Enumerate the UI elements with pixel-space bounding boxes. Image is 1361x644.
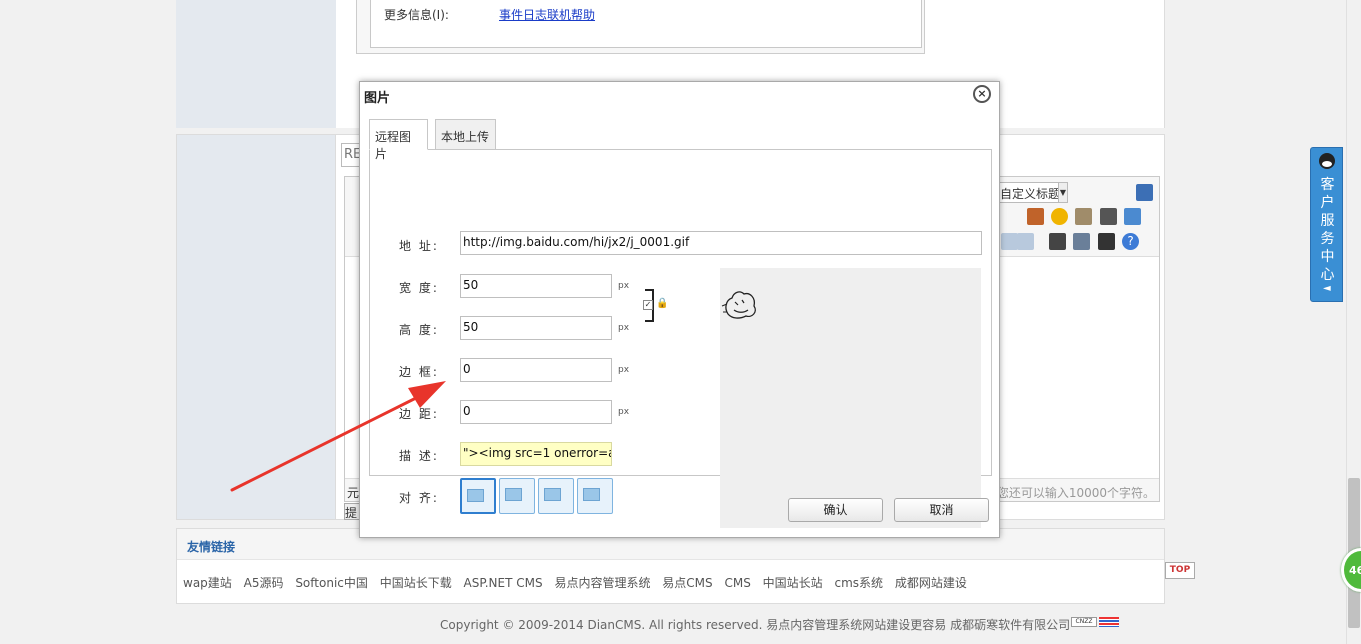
align-none-icon — [467, 489, 484, 502]
cancel-button[interactable]: 取消 — [894, 498, 989, 522]
remote-image-panel: 地 址: http://img.baidu.com/hi/jx2/j_0001.… — [369, 149, 992, 528]
music-icon[interactable] — [1124, 208, 1141, 225]
friend-link[interactable]: wap建站 — [183, 576, 232, 590]
scrawl-icon[interactable] — [1075, 208, 1092, 225]
align-label: 对 齐: — [399, 491, 439, 505]
tab-remote-image[interactable]: 远程图片 — [369, 119, 428, 161]
width-label: 宽 度: — [399, 281, 439, 295]
margin-unit: px — [618, 407, 630, 417]
description-input[interactable]: "><img src=1 onerror=aler — [460, 442, 612, 466]
align-left-option[interactable] — [499, 478, 535, 514]
submit-button[interactable]: 提 — [344, 503, 360, 520]
preview-image — [721, 291, 756, 319]
table-grid-icon[interactable] — [1017, 233, 1034, 250]
cnzz-badge[interactable]: CNZZ — [1071, 617, 1097, 627]
align-none-option[interactable] — [460, 478, 496, 514]
customer-service-label: 客户服务中心 — [1320, 177, 1335, 283]
search-replace-icon[interactable] — [1098, 233, 1115, 250]
width-input[interactable]: 50 — [460, 274, 612, 298]
help-icon[interactable]: ? — [1122, 233, 1139, 250]
event-info-inner — [370, 0, 922, 48]
friend-link[interactable]: 中国站长站 — [763, 576, 823, 590]
margin-input[interactable]: 0 — [460, 400, 612, 424]
lock-icon: 🔒 — [656, 298, 669, 309]
lock-ratio-checkbox[interactable]: ✓ — [643, 300, 653, 310]
left-column-top — [176, 0, 336, 128]
friend-links-panel: 友情链接 wap建站 A5源码 Softonic中国 中国站长下载 ASP.NE… — [176, 528, 1165, 604]
friend-link[interactable]: A5源码 — [244, 576, 284, 590]
border-input[interactable]: 0 — [460, 358, 612, 382]
image-dialog: 图片 × 远程图片 本地上传 地 址: http://img.baidu.com… — [359, 81, 1000, 538]
video-icon[interactable] — [1100, 208, 1117, 225]
event-log-help-link[interactable]: 事件日志联机帮助 — [499, 6, 595, 23]
friend-links-title: 友情链接 — [187, 540, 236, 554]
heading-style-select[interactable]: 自定义标题 ▼ — [998, 182, 1068, 203]
close-icon[interactable]: × — [973, 85, 991, 103]
url-label: 地 址: — [399, 239, 439, 253]
friend-link[interactable]: ASP.NET CMS — [464, 576, 543, 590]
friend-link[interactable]: 中国站长下载 — [380, 576, 452, 590]
margin-label: 边 距: — [399, 407, 439, 421]
element-path: 元 — [347, 486, 360, 500]
friend-link[interactable]: Softonic中国 — [295, 576, 368, 590]
url-input[interactable]: http://img.baidu.com/hi/jx2/j_0001.gif — [460, 231, 982, 255]
align-right-icon — [544, 488, 561, 501]
caret-left-icon: ◄ — [1323, 283, 1331, 294]
confirm-button[interactable]: 确认 — [788, 498, 883, 522]
back-to-top-button[interactable]: TOP — [1165, 562, 1195, 579]
border-unit: px — [618, 365, 630, 375]
align-left-icon — [505, 488, 522, 501]
height-input[interactable]: 50 — [460, 316, 612, 340]
friend-link[interactable]: CMS — [724, 576, 750, 590]
more-info-label: 更多信息(I): — [384, 8, 449, 22]
heading-style-value: 自定义标题 — [1000, 187, 1061, 201]
friend-links-list: wap建站 A5源码 Softonic中国 中国站长下载 ASP.NET CMS… — [183, 574, 975, 591]
friend-link[interactable]: 成都网站建设 — [895, 576, 967, 590]
char-count: 您还可以输入10000个字符。 — [996, 486, 1155, 500]
customer-service-tab[interactable]: 客户服务中心 ◄ — [1310, 147, 1343, 302]
align-center-option[interactable] — [577, 478, 613, 514]
image-preview — [720, 268, 981, 528]
dialog-title: 图片 — [364, 91, 391, 106]
left-column-bottom — [176, 134, 336, 520]
friend-link[interactable]: cms系统 — [835, 576, 884, 590]
chevron-down-icon: ▼ — [1058, 183, 1067, 202]
image-icon[interactable] — [1027, 208, 1044, 225]
cnzz-stats-icon[interactable] — [1099, 617, 1119, 627]
align-center-icon — [583, 488, 600, 501]
description-label: 描 述: — [399, 449, 439, 463]
friend-link[interactable]: 易点内容管理系统 — [554, 576, 650, 590]
height-unit: px — [618, 323, 630, 333]
print-icon[interactable] — [1049, 233, 1066, 250]
fullscreen-icon[interactable] — [1136, 184, 1153, 201]
emoticon-icon[interactable] — [1051, 208, 1068, 225]
preview-icon[interactable] — [1073, 233, 1090, 250]
qq-icon — [1319, 153, 1335, 169]
tab-local-upload[interactable]: 本地上传 — [435, 119, 496, 150]
table-icon[interactable] — [1001, 233, 1018, 250]
border-label: 边 框: — [399, 365, 439, 379]
align-right-option[interactable] — [538, 478, 574, 514]
footer-copyright: Copyright © 2009-2014 DianCMS. All right… — [440, 618, 1071, 632]
green-float-badge[interactable]: 46 — [1341, 548, 1361, 592]
friend-link[interactable]: 易点CMS — [662, 576, 712, 590]
height-label: 高 度: — [399, 323, 439, 337]
width-unit: px — [618, 281, 630, 291]
